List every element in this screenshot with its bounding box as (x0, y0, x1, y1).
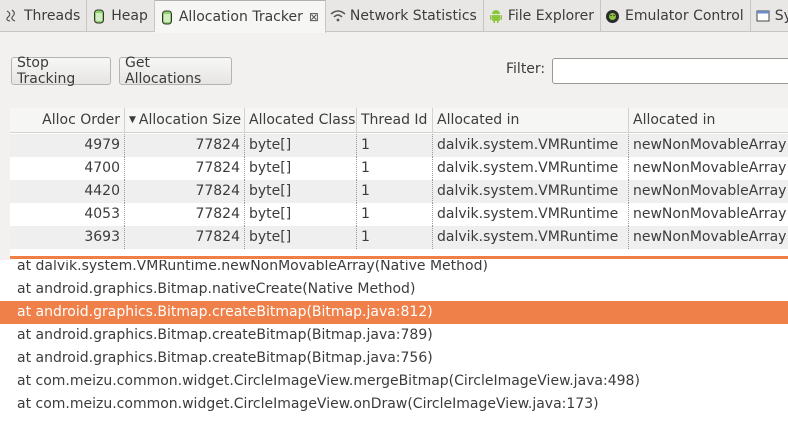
cell-thread-id: 1 (357, 203, 433, 226)
tab-allocation-tracker[interactable]: Allocation Tracker ⊠ (154, 0, 326, 33)
stack-trace-line[interactable]: at android.graphics.Bitmap.nativeCreate(… (0, 278, 788, 301)
stack-trace-line[interactable]: at android.graphics.Bitmap.createBitmap(… (0, 301, 788, 324)
tab-label: Syste (774, 8, 788, 24)
filter-label: Filter: (506, 61, 546, 77)
table-row[interactable]: 4420 77824 byte[] 1 dalvik.system.VMRuntime n… (10, 180, 788, 203)
cell-allocated-class: byte[] (245, 203, 357, 226)
cell-allocated-in-method: newNonMovableArray (633, 206, 787, 222)
sort-descending-icon: ▼ (129, 115, 136, 125)
column-header-alloc-order[interactable]: Alloc Order (10, 108, 125, 133)
stop-tracking-button[interactable]: Stop Tracking (11, 55, 111, 87)
stack-trace-line[interactable]: at com.meizu.common.widget.CircleImageVi… (0, 393, 788, 416)
stack-trace-line[interactable]: at com.meizu.common.widget.CircleImageVi… (0, 370, 788, 393)
view-tab-bar: Threads Heap Allocation Tracker ⊠ Networ… (0, 0, 788, 33)
column-header-allocated-in-method[interactable]: Allocated in (629, 108, 788, 133)
table-row[interactable]: 4700 77824 byte[] 1 dalvik.system.VMRuntime n… (10, 157, 788, 180)
column-header-allocation-size[interactable]: ▼ Allocation Size (125, 108, 245, 133)
tab-heap[interactable]: Heap (87, 0, 155, 32)
cell-allocated-in-method: newNonMovableArray (633, 137, 787, 153)
stack-trace-list: at dalvik.system.VMRuntime.newNonMovable… (0, 260, 788, 427)
filter-input[interactable] (552, 58, 788, 84)
cell-thread-id: 1 (357, 180, 433, 203)
cell-allocated-in-class: dalvik.system.VMRuntime (433, 203, 629, 226)
tab-file-explorer[interactable]: File Explorer (484, 0, 601, 32)
cell-allocated-in-class: dalvik.system.VMRuntime (433, 226, 629, 249)
tab-network-statistics[interactable]: Network Statistics (326, 0, 484, 32)
cell-allocated-class: byte[] (245, 134, 357, 157)
cell-allocated-in-class: dalvik.system.VMRuntime (433, 134, 629, 157)
cell-thread-id: 1 (357, 134, 433, 157)
close-icon[interactable]: ⊠ (309, 10, 319, 24)
column-header-allocated-class[interactable]: Allocated Class (245, 108, 357, 133)
cell-allocation-size: 77824 (125, 203, 245, 226)
stack-trace-line[interactable]: at dalvik.system.VMRuntime.newNonMovable… (0, 260, 788, 278)
cell-allocated-in-method: newNonMovableArray (633, 183, 787, 199)
system-icon (755, 8, 771, 24)
table-row[interactable]: 4979 77824 byte[] 1 dalvik.system.VMRuntime n… (10, 134, 788, 157)
tab-label: Emulator Control (624, 8, 744, 24)
cell-allocated-class: byte[] (245, 226, 357, 249)
cell-allocation-size: 77824 (125, 157, 245, 180)
column-header-thread-id[interactable]: Thread Id (357, 108, 433, 133)
cell-allocated-class: byte[] (245, 157, 357, 180)
network-icon (330, 8, 346, 24)
tab-label: File Explorer (507, 8, 594, 24)
cell-allocated-in-method: newNonMovableArray (633, 229, 787, 245)
cell-allocated-in-method: newNonMovableArray (633, 160, 787, 176)
table-row[interactable]: 4053 77824 byte[] 1 dalvik.system.VMRuntime n… (10, 203, 788, 226)
cell-alloc-order: 4700 (10, 157, 125, 180)
android-icon (488, 8, 504, 24)
tab-label: Allocation Tracker (178, 9, 303, 25)
cell-allocated-class: byte[] (245, 180, 357, 203)
emulator-icon (605, 8, 621, 24)
tab-label: Threads (24, 8, 81, 24)
cell-allocation-size: 77824 (125, 226, 245, 249)
tab-threads[interactable]: Threads (0, 0, 88, 32)
cell-alloc-order: 4420 (10, 180, 125, 203)
tab-system[interactable]: Syste (751, 0, 788, 32)
cell-allocated-in-class: dalvik.system.VMRuntime (433, 180, 629, 203)
allocation-table: Alloc Order ▼ Allocation Size Allocated C… (10, 108, 788, 260)
cell-alloc-order: 3693 (10, 226, 125, 249)
tab-emulator-control[interactable]: Emulator Control (601, 0, 751, 32)
table-header: Alloc Order ▼ Allocation Size Allocated C… (10, 108, 788, 133)
stack-trace-line[interactable]: at android.graphics.Bitmap.createBitmap(… (0, 347, 788, 370)
column-header-allocated-in[interactable]: Allocated in (433, 108, 629, 133)
heap-icon (91, 8, 107, 24)
cell-allocation-size: 77824 (125, 180, 245, 203)
cell-alloc-order: 4979 (10, 134, 125, 157)
sash-divider[interactable] (10, 256, 788, 259)
cell-allocation-size: 77824 (125, 134, 245, 157)
tab-label: Network Statistics (349, 8, 477, 24)
cell-allocated-in-class: dalvik.system.VMRuntime (433, 157, 629, 180)
cell-thread-id: 1 (357, 226, 433, 249)
get-allocations-button[interactable]: Get Allocations (119, 55, 232, 87)
cell-alloc-order: 4053 (10, 203, 125, 226)
cell-thread-id: 1 (357, 157, 433, 180)
table-row[interactable]: 3693 77824 byte[] 1 dalvik.system.VMRuntime n… (10, 226, 788, 249)
stack-trace-line[interactable]: at android.graphics.Bitmap.createBitmap(… (0, 324, 788, 347)
threads-icon (4, 8, 20, 24)
tab-label: Heap (111, 8, 148, 24)
allocation-icon (159, 9, 175, 25)
